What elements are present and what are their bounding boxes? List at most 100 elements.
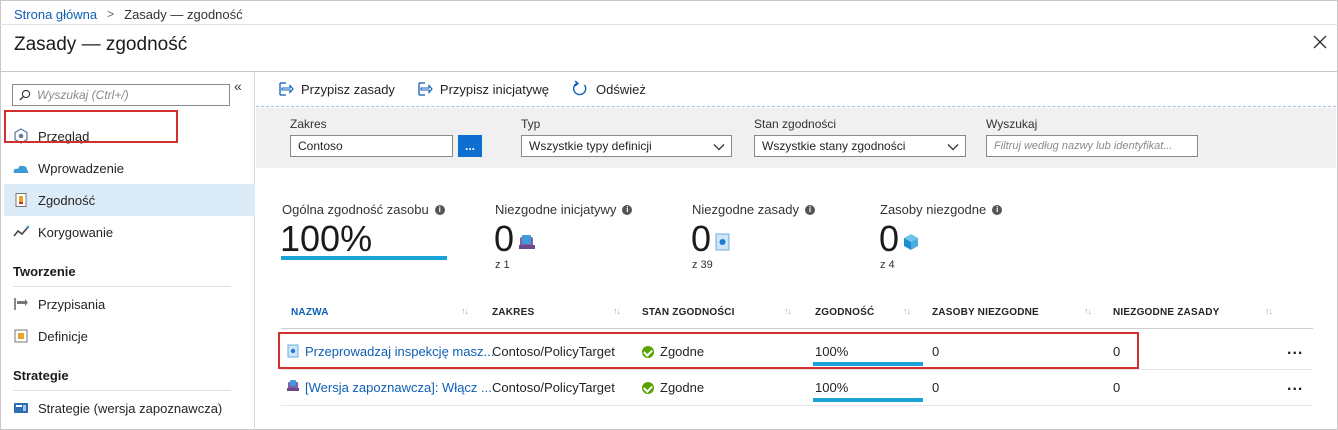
close-icon[interactable] — [1310, 32, 1330, 52]
column-header-noncompliant-policies[interactable]: NIEZGODNE ZASADY — [1113, 307, 1220, 318]
noncompliant-initiatives-total: z 1 — [495, 259, 510, 271]
noncompliant-initiatives-label-text: Niezgodne inicjatywy — [495, 202, 617, 217]
overall-compliance-value: 100% — [280, 218, 373, 259]
state-label: Stan zgodności — [754, 117, 837, 131]
assign-initiative-button[interactable]: Przypisz inicjatywę — [417, 81, 549, 97]
info-icon[interactable]: i — [622, 204, 633, 215]
search-filter-label: Wyszukaj — [986, 117, 1038, 131]
row-highlight — [278, 332, 1139, 369]
noncompliant-resources-label: Zasoby niezgodne i — [880, 202, 1003, 217]
sidebar-item-strategie[interactable]: Strategie (wersja zapoznawcza) — [4, 392, 255, 424]
row-noncompliant-policies: 0 — [1113, 380, 1121, 395]
row-compliance: 100% — [815, 380, 849, 395]
column-header-name[interactable]: NAZWA — [291, 307, 329, 318]
sort-icon[interactable]: ↑↓ — [1084, 306, 1092, 316]
refresh-label: Odśwież — [596, 81, 646, 97]
assign-policy-button[interactable]: Przypisz zasady — [278, 81, 395, 97]
assign-policy-label: Przypisz zasady — [301, 81, 395, 97]
noncompliant-policies-label: Niezgodne zasady i — [692, 202, 815, 217]
row-divider — [281, 405, 1313, 406]
noncompliant-policies-value: 0 — [691, 218, 712, 259]
sidebar-item-label: Wprowadzenie — [38, 160, 124, 176]
selected-item-highlight — [4, 110, 178, 143]
state-dropdown-value: Wszystkie stany zgodności — [762, 139, 906, 153]
type-dropdown[interactable]: Wszystkie typy definicji — [521, 135, 732, 157]
collapse-sidebar-icon[interactable]: « — [234, 78, 242, 94]
resource-cube-icon — [904, 234, 918, 250]
row-compliance-bar — [813, 398, 923, 402]
sidebar-item-zgodnosc[interactable]: Zgodność — [4, 184, 255, 216]
column-header-noncompliant-resources[interactable]: ZASOBY NIEZGODNE — [932, 307, 1039, 318]
overall-compliance-label-text: Ogólna zgodność zasobu — [282, 202, 429, 217]
sidebar-item-label: Definicje — [38, 328, 88, 344]
assignments-icon — [14, 298, 28, 310]
sidebar-search-input[interactable] — [37, 88, 217, 102]
row-scope: Contoso/PolicyTarget — [492, 380, 615, 395]
sort-icon[interactable]: ↑↓ — [903, 306, 911, 316]
noncompliant-resources-value: 0 — [879, 218, 900, 259]
sort-icon[interactable]: ↑↓ — [461, 306, 469, 316]
section-divider — [13, 390, 231, 391]
search-icon — [19, 89, 31, 101]
sidebar-item-wprowadzenie[interactable]: Wprowadzenie — [4, 152, 255, 184]
sort-icon[interactable]: ↑↓ — [613, 306, 621, 316]
remediation-icon — [13, 225, 29, 237]
sidebar-item-label: Strategie (wersja zapoznawcza) — [38, 400, 223, 416]
sidebar-item-definicje[interactable]: Definicje — [4, 320, 255, 352]
overall-compliance-bar — [281, 256, 447, 260]
column-header-scope[interactable]: ZAKRES — [492, 307, 534, 318]
breadcrumb-separator: > — [107, 7, 115, 21]
sidebar-search[interactable] — [12, 84, 230, 106]
state-dropdown[interactable]: Wszystkie stany zgodności — [754, 135, 966, 157]
chevron-down-icon — [713, 144, 725, 151]
command-bar: Przypisz zasady Przypisz inicjatywę Odśw… — [256, 72, 1338, 106]
cloud-icon — [13, 165, 29, 173]
breadcrumb-current: Zasady — zgodność — [124, 6, 243, 22]
definitions-icon — [14, 329, 28, 343]
assign-icon — [279, 82, 294, 96]
search-filter-input[interactable]: Filtruj według nazwy lub identyfikat... — [986, 135, 1198, 157]
toolbar-divider — [256, 106, 1336, 107]
page-title: Zasady — zgodność — [14, 34, 188, 55]
refresh-icon — [573, 80, 587, 96]
sidebar-item-label: Korygowanie — [38, 224, 114, 240]
scope-input[interactable]: Contoso — [290, 135, 453, 157]
noncompliant-resources-total: z 4 — [880, 259, 895, 271]
row-state: Zgodne — [642, 380, 704, 395]
refresh-button[interactable]: Odśwież — [571, 80, 646, 98]
row-state-text: Zgodne — [660, 380, 705, 395]
initiative-icon — [287, 380, 299, 391]
row-name-link[interactable]: [Wersja zapoznawcza]: Włącz ... — [305, 380, 492, 395]
column-header-state[interactable]: STAN ZGODNOŚCI — [642, 307, 735, 318]
type-label: Typ — [521, 117, 541, 131]
row-divider — [281, 369, 1313, 370]
assign-icon — [418, 82, 433, 96]
check-circle-icon — [642, 382, 654, 394]
column-header-compliance[interactable]: ZGODNOŚĆ — [815, 307, 874, 318]
section-header-tworzenie: Tworzenie — [13, 264, 76, 279]
overall-compliance-label: Ogólna zgodność zasobu i — [282, 202, 445, 217]
assign-initiative-label: Przypisz inicjatywę — [439, 81, 550, 97]
filter-panel: Zakres Contoso ... Typ Wszystkie typy de… — [256, 108, 1336, 168]
breadcrumb: Strona główna > Zasady — zgodność — [14, 6, 243, 22]
sidebar-item-label: Przypisania — [38, 296, 106, 312]
sidebar-item-przypisania[interactable]: Przypisania — [4, 288, 255, 320]
table-header-divider — [281, 328, 1313, 329]
type-dropdown-value: Wszystkie typy definicji — [529, 139, 652, 153]
chevron-down-icon — [947, 144, 959, 151]
noncompliant-policies-label-text: Niezgodne zasady — [692, 202, 799, 217]
info-icon[interactable]: i — [804, 204, 815, 215]
section-header-strategie: Strategie — [13, 368, 69, 383]
row-noncompliant-resources: 0 — [932, 380, 940, 395]
breadcrumb-home-link[interactable]: Strona główna — [14, 7, 97, 22]
sort-icon[interactable]: ↑↓ — [1265, 306, 1273, 316]
info-icon[interactable]: i — [992, 204, 1003, 215]
blueprints-icon — [14, 403, 28, 413]
more-options-button[interactable]: ... — [1287, 377, 1303, 395]
initiative-icon — [519, 235, 535, 249]
sidebar-item-korygowanie[interactable]: Korygowanie — [4, 216, 255, 248]
scope-picker-button[interactable]: ... — [458, 135, 482, 157]
sort-icon[interactable]: ↑↓ — [784, 306, 792, 316]
info-icon[interactable]: i — [434, 204, 445, 215]
more-options-button[interactable]: ... — [1287, 341, 1303, 359]
